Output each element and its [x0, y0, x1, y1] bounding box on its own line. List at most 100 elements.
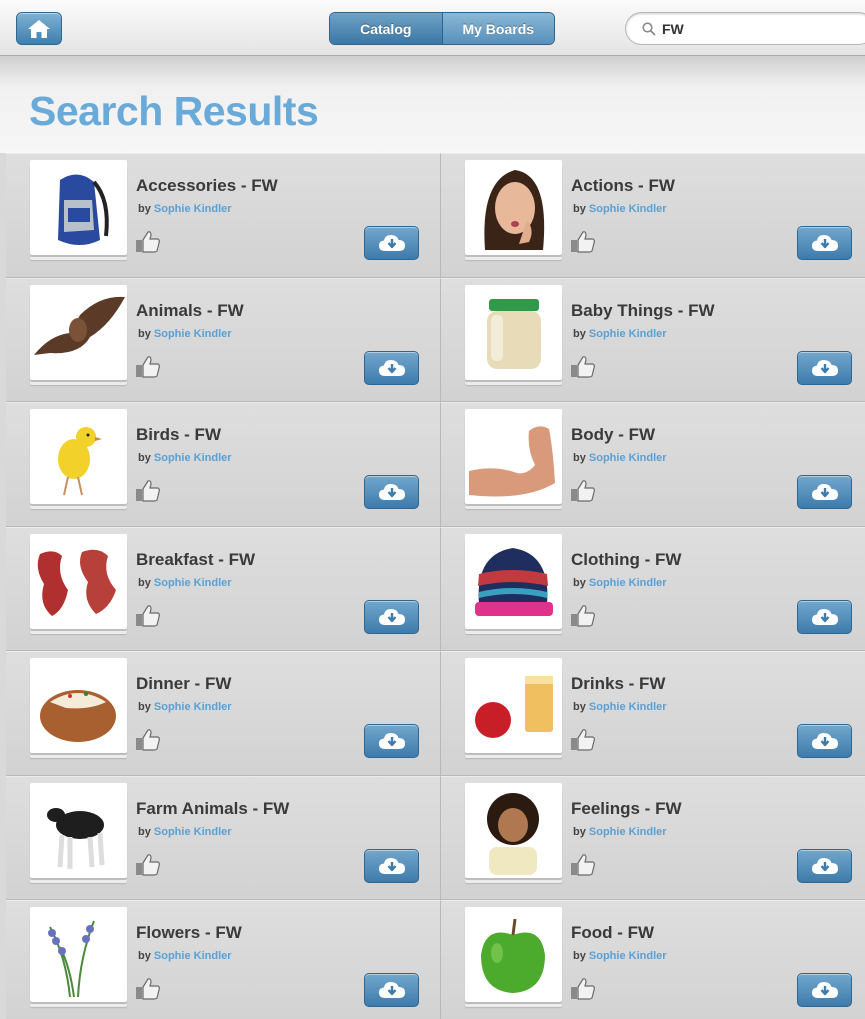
download-button[interactable]	[797, 848, 852, 883]
author-link[interactable]: Sophie Kindler	[154, 203, 232, 215]
author-link[interactable]: Sophie Kindler	[154, 701, 232, 713]
result-card[interactable]: Feelings - FW by Sophie Kindler	[441, 775, 865, 900]
board-thumbnail[interactable]	[465, 409, 562, 504]
backpack-image	[58, 174, 109, 245]
result-card[interactable]: Birds - FW by Sophie Kindler	[6, 402, 441, 527]
by-label: by	[573, 701, 586, 713]
board-title[interactable]: Body - FW	[571, 425, 655, 445]
download-button[interactable]	[797, 475, 852, 509]
thumbs-up-icon[interactable]	[135, 230, 161, 254]
author-link[interactable]: Sophie Kindler	[154, 328, 232, 340]
board-title[interactable]: Animals - FW	[136, 301, 244, 321]
board-title[interactable]: Baby Things - FW	[571, 301, 715, 321]
cloud-download-icon	[811, 733, 838, 749]
result-card[interactable]: Actions - FW by Sophie Kindler	[441, 153, 865, 278]
board-author-line: by Sophie Kindler	[573, 328, 667, 340]
cloud-download-icon	[378, 608, 405, 625]
result-card[interactable]: Flowers - FW by Sophie Kindler	[6, 900, 441, 1019]
view-switcher: Catalog My Boards	[329, 12, 555, 45]
tab-catalog[interactable]: Catalog	[330, 13, 443, 44]
thumbs-up-icon[interactable]	[135, 604, 161, 628]
author-link[interactable]: Sophie Kindler	[589, 826, 667, 838]
download-button[interactable]	[364, 599, 419, 634]
tab-my-boards[interactable]: My Boards	[442, 13, 554, 44]
by-label: by	[573, 950, 586, 962]
result-card[interactable]: Drinks - FW by Sophie Kindler	[441, 651, 865, 776]
author-link[interactable]: Sophie Kindler	[589, 203, 667, 215]
result-card[interactable]: Accessories - FW by Sophie Kindler	[6, 153, 441, 278]
author-link[interactable]: Sophie Kindler	[589, 577, 667, 589]
download-button[interactable]	[364, 475, 419, 509]
board-title[interactable]: Dinner - FW	[136, 674, 231, 694]
thumbs-up-icon[interactable]	[570, 728, 596, 752]
thumbs-up-icon[interactable]	[135, 728, 161, 752]
thumbs-up-icon[interactable]	[570, 479, 596, 503]
by-label: by	[138, 203, 151, 215]
download-button[interactable]	[364, 848, 419, 883]
download-button[interactable]	[797, 724, 852, 758]
board-thumbnail[interactable]	[30, 409, 127, 504]
thumbs-up-icon[interactable]	[570, 977, 596, 1001]
download-button[interactable]	[364, 350, 419, 385]
author-link[interactable]: Sophie Kindler	[154, 826, 232, 838]
board-thumbnail[interactable]	[30, 160, 127, 255]
board-thumbnail[interactable]	[465, 782, 562, 878]
author-link[interactable]: Sophie Kindler	[589, 328, 667, 340]
author-link[interactable]: Sophie Kindler	[154, 577, 232, 589]
board-title[interactable]: Flowers - FW	[136, 923, 242, 943]
download-button[interactable]	[364, 226, 419, 260]
download-button[interactable]	[797, 599, 852, 634]
download-button[interactable]	[797, 226, 852, 260]
board-thumbnail[interactable]	[465, 533, 562, 629]
thumbs-up-icon[interactable]	[135, 977, 161, 1001]
board-thumbnail[interactable]	[465, 284, 562, 380]
board-title[interactable]: Feelings - FW	[571, 799, 682, 819]
thumbs-up-icon[interactable]	[570, 355, 596, 379]
home-button[interactable]	[16, 12, 62, 45]
result-card[interactable]: Body - FW by Sophie Kindler	[441, 402, 865, 527]
author-link[interactable]: Sophie Kindler	[589, 452, 667, 464]
board-title[interactable]: Clothing - FW	[571, 550, 681, 570]
download-button[interactable]	[364, 724, 419, 758]
result-card[interactable]: Farm Animals - FW by Sophie Kindler	[6, 775, 441, 900]
search-field[interactable]	[625, 12, 865, 45]
cloud-download-icon	[811, 608, 838, 625]
board-author-line: by Sophie Kindler	[573, 950, 667, 962]
result-card[interactable]: Animals - FW by Sophie Kindler	[6, 277, 441, 402]
board-thumbnail[interactable]	[30, 782, 127, 878]
search-input[interactable]	[662, 20, 842, 37]
board-thumbnail[interactable]	[30, 533, 127, 629]
author-link[interactable]: Sophie Kindler	[154, 950, 232, 962]
result-card[interactable]: Breakfast - FW by Sophie Kindler	[6, 526, 441, 651]
result-card[interactable]: Dinner - FW by Sophie Kindler	[6, 651, 441, 776]
thumbs-up-icon[interactable]	[135, 355, 161, 379]
board-title[interactable]: Birds - FW	[136, 425, 221, 445]
download-button[interactable]	[364, 973, 419, 1007]
board-title[interactable]: Actions - FW	[571, 176, 675, 196]
result-card[interactable]: Baby Things - FW by Sophie Kindler	[441, 277, 865, 402]
board-thumbnail[interactable]	[30, 284, 127, 380]
board-thumbnail[interactable]	[465, 658, 562, 753]
board-title[interactable]: Drinks - FW	[571, 674, 665, 694]
thumbs-up-icon[interactable]	[570, 853, 596, 877]
download-button[interactable]	[797, 973, 852, 1007]
thumbs-up-icon[interactable]	[570, 604, 596, 628]
board-title[interactable]: Food - FW	[571, 923, 654, 943]
board-title[interactable]: Breakfast - FW	[136, 550, 255, 570]
board-thumbnail[interactable]	[30, 658, 127, 753]
author-link[interactable]: Sophie Kindler	[589, 950, 667, 962]
board-title[interactable]: Farm Animals - FW	[136, 799, 289, 819]
author-link[interactable]: Sophie Kindler	[154, 452, 232, 464]
result-card[interactable]: Food - FW by Sophie Kindler	[441, 900, 865, 1019]
author-link[interactable]: Sophie Kindler	[589, 701, 667, 713]
thumbs-up-icon[interactable]	[570, 230, 596, 254]
board-thumbnail[interactable]	[465, 160, 562, 255]
thumbs-up-icon[interactable]	[135, 853, 161, 877]
board-thumbnail[interactable]	[30, 907, 127, 1002]
result-card[interactable]: Clothing - FW by Sophie Kindler	[441, 526, 865, 651]
board-title[interactable]: Accessories - FW	[136, 176, 278, 196]
thumbs-up-icon[interactable]	[135, 479, 161, 503]
download-button[interactable]	[797, 350, 852, 385]
by-label: by	[573, 825, 586, 838]
board-thumbnail[interactable]	[465, 907, 562, 1002]
